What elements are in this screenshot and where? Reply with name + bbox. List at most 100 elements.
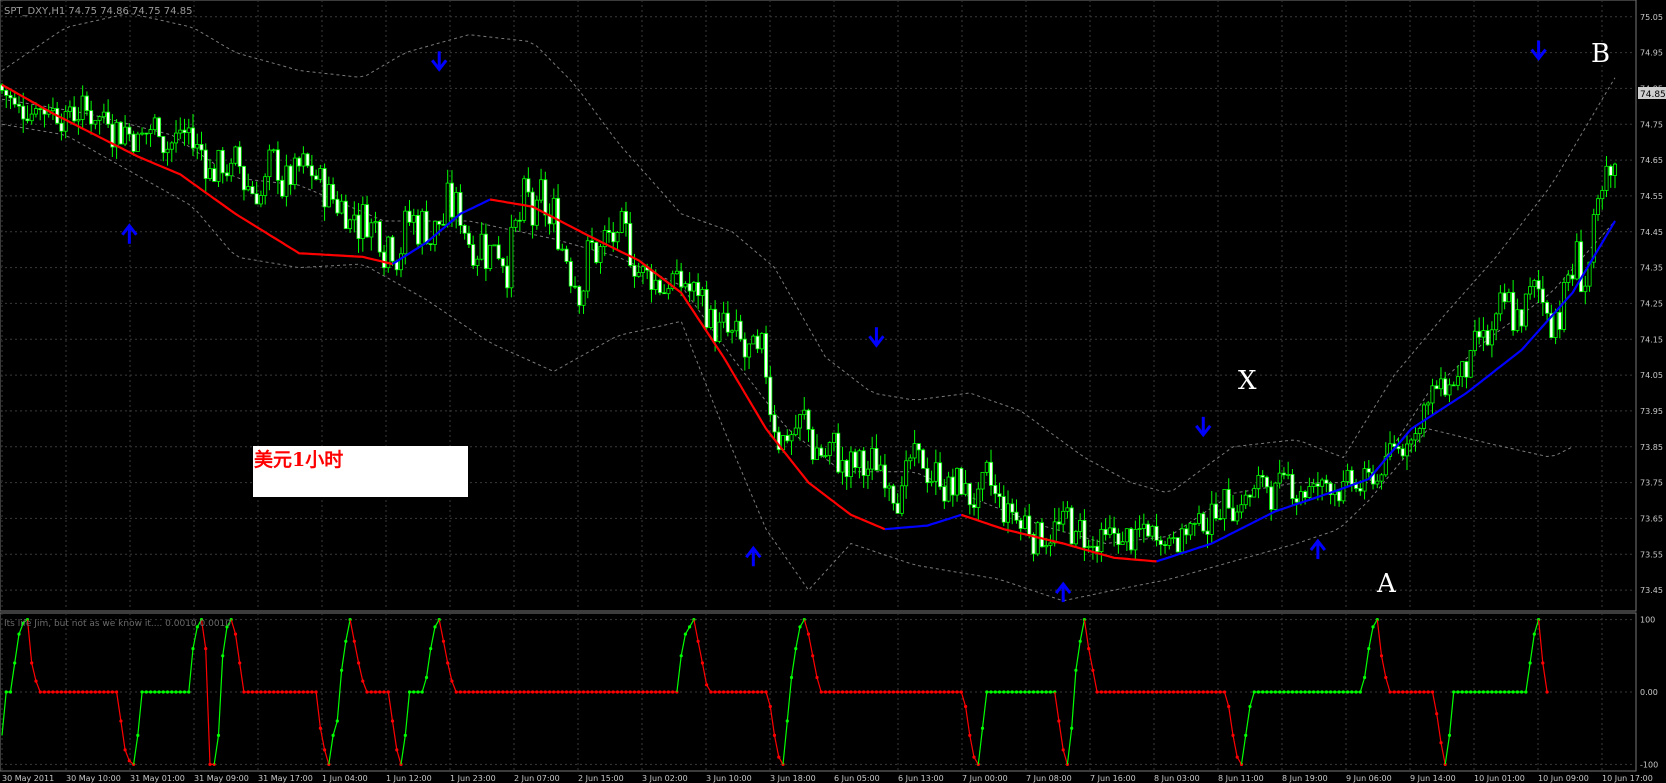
candle-body-bull [1413,433,1418,441]
candle-body-bull [840,460,845,473]
time-axis-label: 6 Jun 13:00 [898,774,944,783]
candle [390,235,395,266]
candle-body-bull [1073,531,1078,545]
price-axis-label: 73.65 [1640,514,1663,523]
candle-body-bull [585,240,590,292]
candle-body-bull [1421,404,1426,429]
candle-body-bear [191,127,196,149]
candle-body-bull [488,244,493,270]
candle-body-bull [263,176,268,196]
candle-body-bull [1273,482,1278,510]
candle-body-bear [449,182,454,218]
osc-axis-label: -100 [1640,760,1658,769]
candle-body-bear [1184,528,1189,536]
candle-body-bull [174,132,179,144]
candle-body-bull [301,153,306,167]
candle-body-bear [157,117,162,137]
candle-body-bear [989,461,994,486]
candle-body-bear [38,108,43,110]
candle-body-bull [216,149,221,182]
candle-body-bull [534,199,539,226]
candle-body-bear [1366,468,1371,473]
candle-body-bull [148,129,153,134]
candle-body-bull [1438,378,1443,390]
candle-body-bear [1260,475,1265,478]
time-axis-label: 8 Jun 03:00 [1154,774,1200,783]
candle-body-bull [258,195,263,205]
candle-body-bull [1086,546,1091,549]
candle-body-bear [483,233,488,270]
time-axis-label: 7 Jun 08:00 [1026,774,1072,783]
candle-body-bull [326,183,331,208]
candle-body-bull [674,270,679,275]
candle-body-bull [1345,469,1350,482]
candle-body-bull [1124,528,1129,543]
candle-body-bull [1061,510,1066,525]
candle-body-bull [1150,525,1155,537]
candle-body-bull [509,226,514,289]
osc-axis-label: 100 [1640,616,1655,625]
candle-body-bull [1472,330,1477,351]
candle-body-bull [1022,515,1027,529]
candle-body-bull [1120,541,1125,546]
candle-body-bear [89,110,94,125]
candle-body-bear [997,493,1002,498]
candle-body-bear [891,485,896,504]
candle-body-bull [318,168,323,180]
candle [534,195,539,230]
candle-body-bear [993,485,998,495]
candle-body-bear [713,308,718,342]
osc-axis-label: 0.00 [1640,688,1658,697]
candle [135,131,140,152]
time-axis-label: 9 Jun 14:00 [1410,774,1456,783]
candle-body-bull [831,432,836,443]
candle-body-bull [598,246,603,263]
candle-body-bear [606,230,611,233]
candle-body-bear [1303,491,1308,498]
candle-body-bull [267,149,272,178]
candle-body-bear [365,204,370,238]
candle-body-bull [1604,165,1609,191]
candle-body-bear [25,118,30,122]
candle-body-bear [925,467,930,484]
candle-body-bear [1103,528,1108,536]
chart-background [0,0,1666,783]
candle-body-bull [178,129,183,134]
candle-body-bear [704,289,709,328]
annotation-box: 美元1小时 [253,446,468,497]
candle-body-bear [182,129,187,134]
candle-body-bull [1078,520,1083,532]
price-axis-label: 73.75 [1640,479,1663,488]
candle-body-bear [1010,503,1015,513]
candle-body-bear [1269,486,1274,510]
candle-body-bear [938,462,943,488]
candle [292,153,297,190]
candle-body-bear [314,175,319,180]
price-axis-label: 74.05 [1640,371,1663,380]
price-axis-label: 74.15 [1640,335,1663,344]
candle-body-bull [666,288,671,295]
candle-body-bear [462,225,467,234]
candle-body-bull [1090,545,1095,548]
candle-body-bear [250,186,255,195]
candle-body-bear [785,435,790,442]
candle-body-bull [1574,241,1579,280]
candle-body-bear [861,450,866,476]
candle-body-bull [165,148,170,154]
candle-body-bear [212,168,217,182]
candle-body-bear [118,121,123,145]
oscillator-point [1545,690,1549,694]
time-axis-label: 30 May 10:00 [66,774,121,783]
candle-body-bull [229,162,234,177]
time-axis-label: 1 Jun 12:00 [386,774,432,783]
candle-body-bull [878,464,883,471]
candle-body-bear [1230,507,1235,522]
candle-body-bear [1337,491,1342,502]
candle [488,244,493,272]
candle-body-bear [1477,330,1482,338]
candle-body-bear [1290,473,1295,499]
candle-body-bull [50,108,55,112]
candle [1129,527,1134,554]
candle-body-bull [1417,428,1422,435]
candle-body-bull [793,427,798,436]
